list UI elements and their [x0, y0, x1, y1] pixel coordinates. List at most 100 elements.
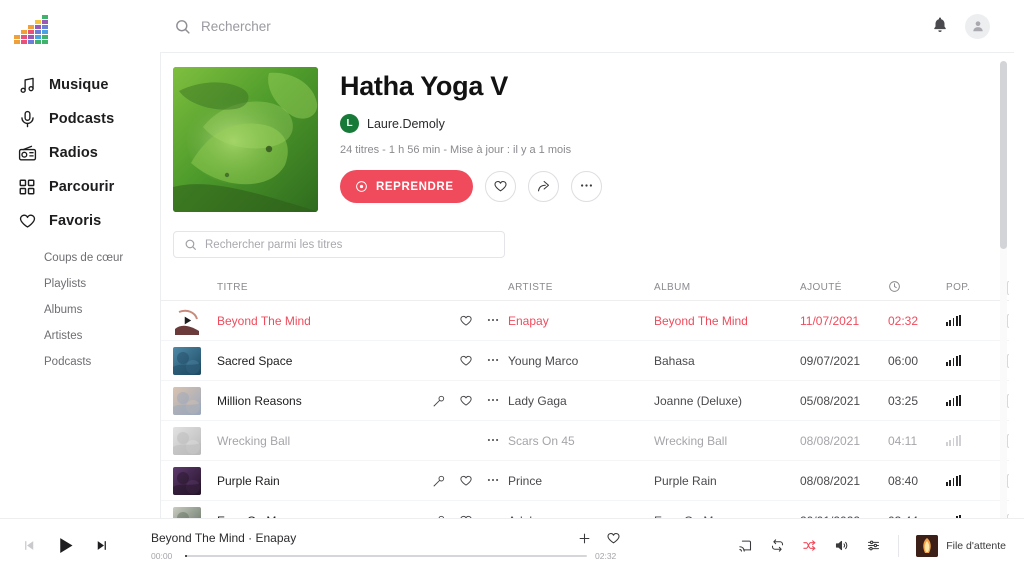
sidebar-item-podcasts[interactable]: Podcasts	[0, 102, 160, 136]
row-more-options-button[interactable]	[486, 313, 500, 329]
track-checkbox[interactable]	[1007, 313, 1009, 328]
track-checkbox[interactable]	[1007, 473, 1009, 488]
row-more-options-button[interactable]	[486, 353, 500, 369]
plus-icon	[577, 531, 592, 546]
sidebar-subitem-playlists[interactable]: Playlists	[0, 271, 160, 297]
header-artist[interactable]: ARTISTE	[508, 282, 654, 293]
album-art-image	[173, 466, 201, 495]
track-art-cell	[173, 346, 217, 375]
lyrics-button[interactable]	[432, 474, 446, 488]
track-album[interactable]: Bahasa	[654, 354, 800, 368]
cast-button[interactable]	[738, 538, 753, 553]
row-more-options-button[interactable]	[486, 473, 500, 489]
header-album[interactable]: ALBUM	[654, 282, 800, 293]
volume-button[interactable]	[834, 538, 849, 553]
header-popularity[interactable]: POP.	[946, 282, 994, 293]
row-more-options-button[interactable]	[486, 393, 500, 409]
play-button[interactable]	[55, 535, 76, 556]
track-checkbox[interactable]	[1007, 393, 1009, 408]
track-title[interactable]: Wrecking Ball	[217, 434, 417, 448]
sidebar-item-parcourir[interactable]: Parcourir	[0, 170, 160, 204]
table-row[interactable]: Easy On MeAdeleEasy On Me20/01/202203:44	[161, 501, 1009, 518]
next-track-button[interactable]	[94, 538, 109, 553]
select-all-checkbox[interactable]	[1007, 280, 1009, 295]
seek-area: 00:00 02:32	[151, 551, 621, 561]
track-filter-input[interactable]	[205, 238, 494, 251]
playlist-owner[interactable]: L Laure.Demoly	[340, 114, 602, 133]
track-album[interactable]: Beyond The Mind	[654, 314, 800, 328]
track-title[interactable]: Million Reasons	[217, 394, 417, 408]
album-thumbnail[interactable]	[173, 506, 201, 518]
favorite-track-button[interactable]	[606, 531, 621, 546]
sidebar-subitem-podcasts[interactable]: Podcasts	[0, 349, 160, 375]
header-duration[interactable]	[888, 280, 946, 296]
shuffle-button[interactable]	[802, 538, 817, 553]
table-row[interactable]: Purple Rain Prince Purple Rain 08/08/2021 08…	[161, 461, 1009, 501]
repeat-button[interactable]	[770, 538, 785, 553]
track-artist[interactable]: Scars On 45	[508, 434, 654, 448]
track-album[interactable]: Wrecking Ball	[654, 434, 800, 448]
play-icon[interactable]	[173, 307, 201, 335]
track-title[interactable]: Beyond The Mind	[217, 314, 417, 328]
table-row[interactable]: Sacred Space Young Marco Bahasa 09/07/2021 0…	[161, 341, 1009, 381]
resume-button[interactable]: REPRENDRE	[340, 170, 473, 203]
track-checkbox[interactable]	[1007, 433, 1009, 448]
sidebar-subitem-artistes[interactable]: Artistes	[0, 323, 160, 349]
sidebar-item-label: Podcasts	[49, 111, 115, 127]
app-logo[interactable]	[14, 15, 48, 44]
track-album[interactable]: Purple Rain	[654, 474, 800, 488]
table-row[interactable]: Beyond The Mind Enapay Beyond The Mind 11/0…	[161, 301, 1009, 341]
header-added[interactable]: AJOUTÉ	[800, 282, 888, 293]
album-thumbnail[interactable]	[173, 466, 201, 495]
queue-button[interactable]: File d'attente	[916, 534, 1006, 557]
album-thumbnail[interactable]	[173, 426, 201, 455]
album-thumbnail[interactable]	[173, 386, 201, 415]
sidebar-item-radios[interactable]: Radios	[0, 136, 160, 170]
track-artist[interactable]: Lady Gaga	[508, 394, 654, 408]
sidebar-subitem-coups-de-coeur[interactable]: Coups de cœur	[0, 245, 160, 271]
playlist-meta: 24 titres - 1 h 56 min - Mise à jour : i…	[340, 144, 572, 156]
album-thumbnail[interactable]	[173, 306, 201, 335]
add-to-playlist-button[interactable]	[577, 531, 592, 546]
ellipsis-icon	[486, 315, 500, 330]
search-input[interactable]	[201, 18, 501, 34]
lyrics-button[interactable]	[432, 394, 446, 408]
previous-track-button[interactable]	[22, 538, 37, 553]
favorite-track-button[interactable]	[459, 354, 473, 368]
sidebar-item-favoris[interactable]: Favoris	[0, 204, 160, 238]
track-artist[interactable]: Young Marco	[508, 354, 654, 368]
user-avatar-icon[interactable]	[965, 13, 990, 39]
popularity-bars-icon	[946, 395, 994, 406]
header-title[interactable]: TITRE	[217, 282, 417, 293]
content-scrollbar[interactable]	[1000, 61, 1007, 518]
global-search[interactable]	[174, 18, 931, 35]
album-thumbnail[interactable]	[173, 346, 201, 375]
track-filter[interactable]	[173, 231, 505, 258]
equalizer-button[interactable]	[866, 538, 881, 553]
track-album[interactable]: Joanne (Deluxe)	[654, 394, 800, 408]
favorite-track-button[interactable]	[459, 314, 473, 328]
track-art-cell	[173, 506, 217, 518]
favorite-track-button[interactable]	[459, 474, 473, 488]
track-artist[interactable]: Enapay	[508, 314, 654, 328]
bell-icon[interactable]	[931, 16, 951, 36]
topbar-actions	[931, 13, 990, 39]
table-row[interactable]: Million Reasons Lady Gaga Joanne (Deluxe) 0…	[161, 381, 1009, 421]
favorite-button[interactable]	[484, 171, 516, 202]
row-more-options-button[interactable]	[486, 433, 500, 449]
more-options-button[interactable]	[570, 171, 602, 202]
heart-icon	[606, 531, 621, 546]
track-title[interactable]: Sacred Space	[217, 354, 417, 368]
share-button[interactable]	[527, 171, 559, 202]
track-checkbox[interactable]	[1007, 353, 1009, 368]
favorite-track-button[interactable]	[459, 394, 473, 408]
table-row[interactable]: Wrecking Ball Scars On 45 Wrecking Ball 08/…	[161, 421, 1009, 461]
sidebar-item-musique[interactable]: Musique	[0, 68, 160, 102]
sidebar-subitem-albums[interactable]: Albums	[0, 297, 160, 323]
playlist-cover[interactable]	[173, 67, 318, 212]
seek-slider[interactable]	[185, 554, 587, 557]
track-artist[interactable]: Prince	[508, 474, 654, 488]
track-filter-area	[161, 212, 1009, 258]
track-title[interactable]: Purple Rain	[217, 474, 417, 488]
scrollbar-thumb[interactable]	[1000, 61, 1007, 249]
